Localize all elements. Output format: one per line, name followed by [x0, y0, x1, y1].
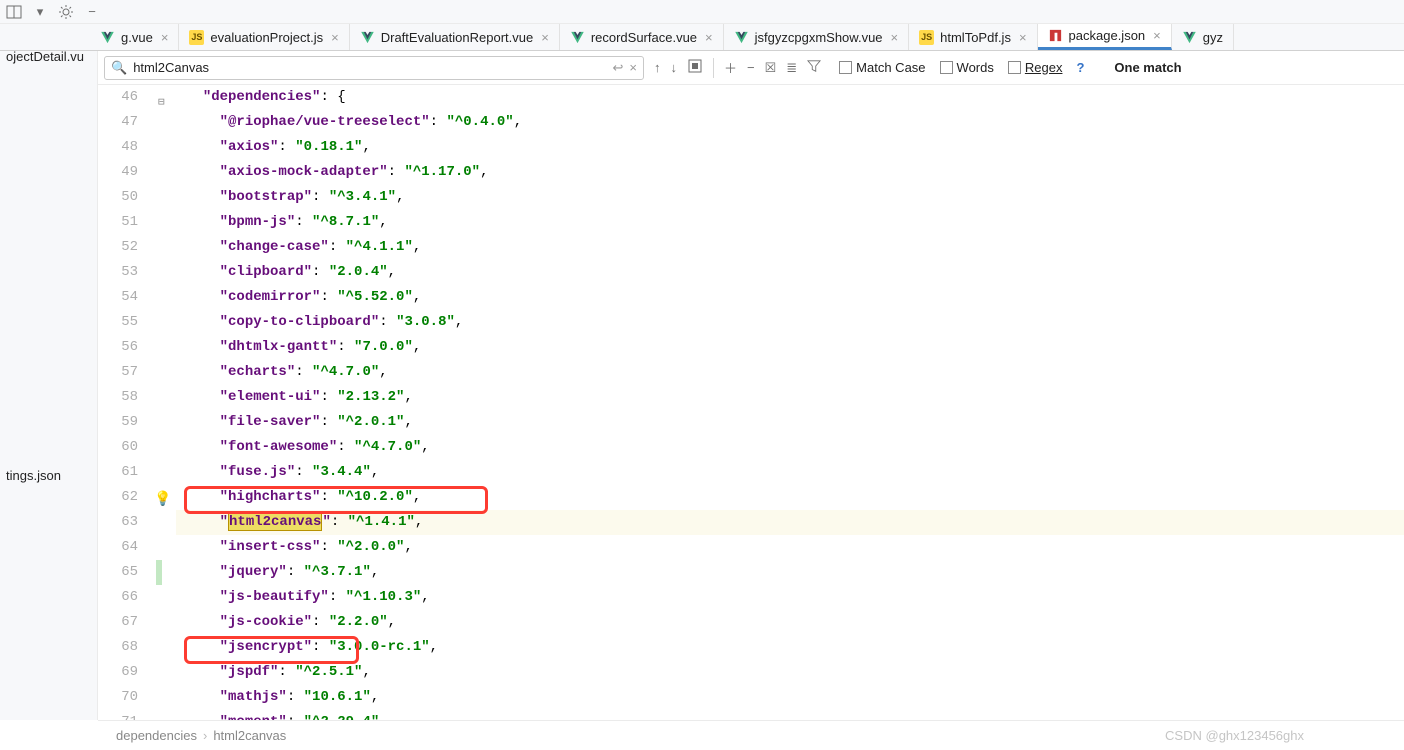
- list-icon[interactable]: ≣: [786, 60, 797, 76]
- breadcrumb-sep: ›: [203, 728, 207, 743]
- code-line[interactable]: "dhtmlx-gantt": "7.0.0",: [176, 335, 1404, 360]
- tab-label: gyz: [1203, 30, 1223, 45]
- remove-selection-icon[interactable]: −: [747, 60, 755, 75]
- tab-label: g.vue: [121, 30, 153, 45]
- code-line[interactable]: "js-cookie": "2.2.0",: [176, 610, 1404, 635]
- vue-icon: [100, 30, 115, 45]
- code-line[interactable]: "fuse.js": "3.4.4",: [176, 460, 1404, 485]
- code-line[interactable]: "mathjs": "10.6.1",: [176, 685, 1404, 710]
- sidebar-fragment: ojectDetail.vu: [0, 45, 97, 68]
- tab-evaluationProject-js[interactable]: JS evaluationProject.js ×: [179, 24, 349, 50]
- chevron-down-icon[interactable]: ▾: [32, 4, 48, 20]
- code-line[interactable]: "clipboard": "2.0.4",: [176, 260, 1404, 285]
- search-input-wrap: 🔍 ↩ ×: [104, 56, 644, 80]
- fold-icon[interactable]: ⊟: [158, 91, 165, 116]
- search-input[interactable]: [133, 60, 606, 75]
- code-line[interactable]: "echarts": "^4.7.0",: [176, 360, 1404, 385]
- vue-icon: [360, 30, 375, 45]
- toggle-highlight-icon[interactable]: ☒: [765, 60, 777, 76]
- fold-column: ⊟💡: [156, 85, 176, 720]
- vue-icon: [570, 30, 585, 45]
- minus-icon[interactable]: −: [84, 4, 100, 20]
- help-icon[interactable]: ?: [1076, 60, 1084, 75]
- filter-icon[interactable]: [807, 59, 821, 76]
- code-line[interactable]: "axios-mock-adapter": "^1.17.0",: [176, 160, 1404, 185]
- watermark: CSDN @ghx123456ghx: [1165, 728, 1304, 743]
- code-editor[interactable]: 4647484950515253545556575859606162636465…: [98, 85, 1404, 720]
- prev-match-icon[interactable]: ↑: [654, 60, 661, 75]
- regex-checkbox[interactable]: Regex: [1008, 60, 1063, 75]
- code-line[interactable]: "js-beautify": "^1.10.3",: [176, 585, 1404, 610]
- js-icon: JS: [919, 30, 934, 45]
- gear-icon[interactable]: [58, 4, 74, 20]
- npm-icon: [1048, 28, 1063, 43]
- next-match-icon[interactable]: ↓: [671, 60, 678, 75]
- tab-label: htmlToPdf.js: [940, 30, 1011, 45]
- tab-label: DraftEvaluationReport.vue: [381, 30, 533, 45]
- line-gutter: 4647484950515253545556575859606162636465…: [98, 85, 156, 720]
- match-case-checkbox[interactable]: Match Case: [839, 60, 925, 75]
- tab-g-vue[interactable]: g.vue ×: [90, 24, 179, 50]
- search-options: Match Case Words Regex ? One match: [839, 60, 1181, 75]
- tab-label: jsfgyzcpgxmShow.vue: [755, 30, 883, 45]
- tab-htmlToPdf-js[interactable]: JS htmlToPdf.js ×: [909, 24, 1037, 50]
- breadcrumb-bar: dependencies › html2canvas CSDN @ghx1234…: [98, 720, 1404, 750]
- tab-DraftEvaluationReport-vue[interactable]: DraftEvaluationReport.vue ×: [350, 24, 560, 50]
- close-icon[interactable]: ×: [541, 30, 549, 45]
- vsplit-icon[interactable]: [6, 4, 22, 20]
- vue-icon: [734, 30, 749, 45]
- code-line[interactable]: "highcharts": "^10.2.0",: [176, 485, 1404, 510]
- clear-icon[interactable]: ×: [629, 60, 637, 75]
- close-icon[interactable]: ×: [1153, 28, 1161, 43]
- search-icon: 🔍: [111, 60, 127, 76]
- code-line[interactable]: "bootstrap": "^3.4.1",: [176, 185, 1404, 210]
- js-icon: JS: [189, 30, 204, 45]
- history-icon[interactable]: ↩: [613, 60, 624, 76]
- add-selection-icon[interactable]: ＋: [724, 58, 737, 77]
- code-column[interactable]: "dependencies": { "@riophae/vue-treesele…: [176, 85, 1404, 720]
- tab-recordSurface-vue[interactable]: recordSurface.vue ×: [560, 24, 724, 50]
- code-line[interactable]: "change-case": "^4.1.1",: [176, 235, 1404, 260]
- sidebar-fragment: tings.json: [0, 464, 97, 487]
- find-bar: 🔍 ↩ × ↑ ↓ ＋ − ☒ ≣ Match Case Words Regex…: [98, 51, 1404, 85]
- mini-toolbar: ▾ −: [0, 0, 1404, 24]
- code-line[interactable]: "file-saver": "^2.0.1",: [176, 410, 1404, 435]
- code-line[interactable]: "jquery": "^3.7.1",: [176, 560, 1404, 585]
- tab-label: package.json: [1069, 28, 1146, 43]
- code-line[interactable]: "jsencrypt": "3.0.0-rc.1",: [176, 635, 1404, 660]
- search-nav: ↑ ↓ ＋ − ☒ ≣: [654, 58, 821, 78]
- breadcrumb-seg[interactable]: html2canvas: [213, 728, 286, 743]
- tab-jsfgyzcpgxmShow-vue[interactable]: jsfgyzcpgxmShow.vue ×: [724, 24, 910, 50]
- code-line[interactable]: "dependencies": {: [176, 85, 1404, 110]
- vue-icon: [1182, 30, 1197, 45]
- code-line[interactable]: "@riophae/vue-treeselect": "^0.4.0",: [176, 110, 1404, 135]
- code-line[interactable]: "bpmn-js": "^8.7.1",: [176, 210, 1404, 235]
- close-icon[interactable]: ×: [161, 30, 169, 45]
- code-line[interactable]: "copy-to-clipboard": "3.0.8",: [176, 310, 1404, 335]
- close-icon[interactable]: ×: [891, 30, 899, 45]
- close-icon[interactable]: ×: [1019, 30, 1027, 45]
- tab-label: recordSurface.vue: [591, 30, 697, 45]
- project-sidebar: ojectDetail.vu tings.json: [0, 51, 98, 720]
- close-icon[interactable]: ×: [705, 30, 713, 45]
- code-line[interactable]: "jspdf": "^2.5.1",: [176, 660, 1404, 685]
- tab-label: evaluationProject.js: [210, 30, 323, 45]
- bulb-icon[interactable]: 💡: [154, 488, 171, 513]
- code-line[interactable]: "font-awesome": "^4.7.0",: [176, 435, 1404, 460]
- words-checkbox[interactable]: Words: [940, 60, 994, 75]
- diff-marker: [156, 560, 162, 585]
- match-count: One match: [1114, 60, 1181, 75]
- code-line[interactable]: "html2canvas": "^1.4.1",: [176, 510, 1404, 535]
- code-line[interactable]: "insert-css": "^2.0.0",: [176, 535, 1404, 560]
- code-line[interactable]: "axios": "0.18.1",: [176, 135, 1404, 160]
- tab-gyz[interactable]: gyz: [1172, 24, 1234, 50]
- code-line[interactable]: "element-ui": "2.13.2",: [176, 385, 1404, 410]
- select-all-icon[interactable]: [687, 58, 703, 77]
- code-line[interactable]: "codemirror": "^5.52.0",: [176, 285, 1404, 310]
- close-icon[interactable]: ×: [331, 30, 339, 45]
- breadcrumb-seg[interactable]: dependencies: [116, 728, 197, 743]
- tab-package-json[interactable]: package.json ×: [1038, 24, 1172, 50]
- editor-tabs: g.vue×JSevaluationProject.js×DraftEvalua…: [0, 24, 1404, 51]
